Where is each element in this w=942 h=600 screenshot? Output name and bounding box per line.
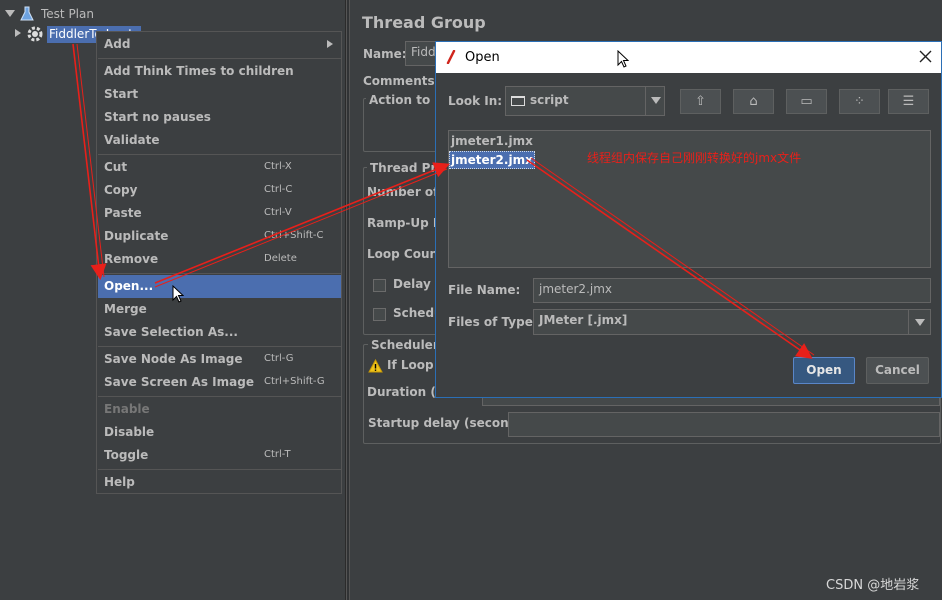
mouse-cursor-icon [172, 284, 185, 306]
annotation-arrows [72, 43, 815, 359]
annotation-arrow [154, 168, 448, 288]
mouse-cursor-icon [617, 49, 630, 71]
annotation-arrow [530, 157, 815, 356]
annotation-arrow [72, 43, 107, 281]
annotation-arrow [526, 159, 813, 359]
annotation-arrow [76, 43, 105, 278]
annotation-arrow [154, 162, 450, 284]
watermark: CSDN @地岩浆 [826, 578, 920, 593]
